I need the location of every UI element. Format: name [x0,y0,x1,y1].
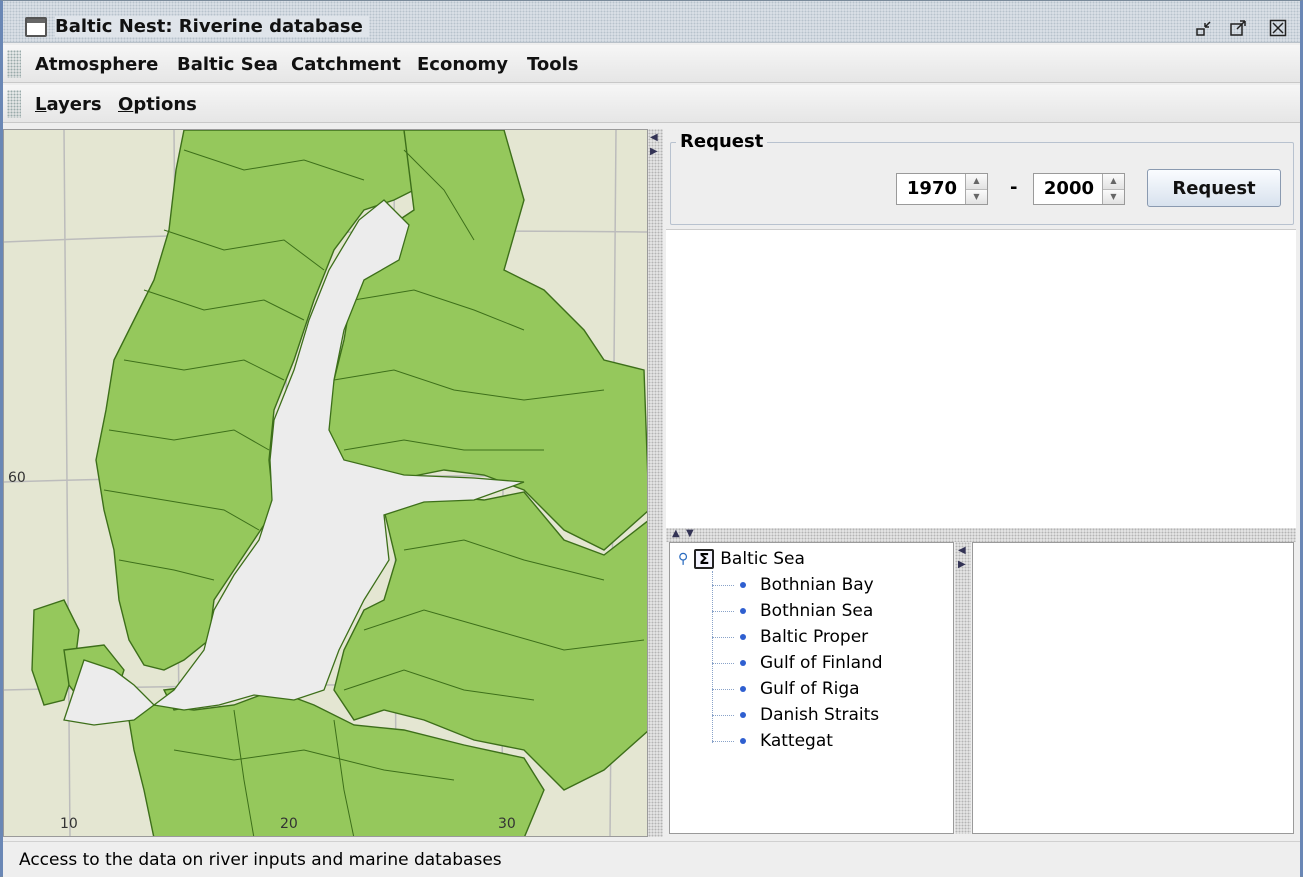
collapse-left-icon[interactable]: ◀ [650,133,658,143]
year-range-separator: - [1010,177,1018,198]
from-year-value[interactable]: 1970 [897,174,965,204]
tree-handle-icon[interactable]: ⚲ [678,551,688,567]
tree-root-baltic-sea[interactable]: ⚲ Σ Baltic Sea [678,549,805,569]
bullet-icon [740,712,746,718]
from-year-spinner[interactable]: 1970 ▲ ▼ [896,173,988,205]
status-bar: Access to the data on river inputs and m… [3,841,1300,877]
to-year-spinner[interactable]: 2000 ▲ ▼ [1033,173,1125,205]
menu-catchment[interactable]: Catchment [291,54,401,75]
collapse-up-icon[interactable]: ▲ [672,529,680,539]
sea-basin-tree: ⚲ Σ Baltic Sea Bothnian Bay Bothnian Sea… [669,542,954,834]
collapse-left-icon[interactable]: ◀ [958,546,966,556]
options-label: ptions [133,94,197,115]
layers-label: ayers [46,94,102,115]
to-year-down-icon[interactable]: ▼ [1103,188,1124,204]
tree-item-label: Bothnian Bay [760,575,874,595]
longitude-label-10: 10 [60,816,78,832]
tree-item-label: Gulf of Riga [760,679,860,699]
menubar-grip[interactable] [7,50,21,78]
request-title: Request [676,131,768,152]
menu-baltic-sea[interactable]: Baltic Sea [177,54,278,75]
bullet-icon [740,660,746,666]
tree-item-label: Kattegat [760,731,833,751]
tree-item-gulf-of-riga[interactable]: Gulf of Riga [712,677,860,701]
main-menubar: Atmosphere Baltic Sea Catchment Economy … [3,45,1300,83]
tree-item-danish-straits[interactable]: Danish Straits [712,703,879,727]
longitude-label-30: 30 [498,816,516,832]
detail-panel [972,542,1294,834]
bullet-icon [740,608,746,614]
longitude-label-20: 20 [280,816,298,832]
collapse-down-icon[interactable]: ▼ [686,529,694,539]
title-bar: Baltic Nest: Riverine database [3,1,1300,43]
app-window: Baltic Nest: Riverine database Atmospher… [0,0,1303,877]
to-year-value[interactable]: 2000 [1034,174,1102,204]
tree-item-bothnian-bay[interactable]: Bothnian Bay [712,573,874,597]
bullet-icon [740,582,746,588]
tree-item-label: Baltic Proper [760,627,869,647]
menu-options[interactable]: Options [118,94,197,115]
tree-item-bothnian-sea[interactable]: Bothnian Sea [712,599,873,623]
baltic-map[interactable] [4,130,648,837]
menu-atmosphere[interactable]: Atmosphere [35,54,158,75]
tree-item-kattegat[interactable]: Kattegat [712,729,833,753]
request-panel: Request 1970 ▲ ▼ - 2000 ▲ ▼ Request [666,129,1296,229]
tree-item-baltic-proper[interactable]: Baltic Proper [712,625,868,649]
from-year-down-icon[interactable]: ▼ [966,188,987,204]
status-text: Access to the data on river inputs and m… [19,850,502,870]
toolbar-grip[interactable] [7,90,21,118]
tree-root-label: Baltic Sea [720,549,805,569]
request-button[interactable]: Request [1147,169,1281,207]
maximize-icon[interactable] [1227,17,1249,39]
tree-item-label: Bothnian Sea [760,601,874,621]
sigma-icon: Σ [694,549,715,569]
from-year-up-icon[interactable]: ▲ [966,174,987,189]
collapse-right-icon[interactable]: ▶ [650,147,658,157]
latitude-label: 60 [8,470,26,486]
map-view[interactable]: 60 10 20 30 [3,129,648,837]
layers-mnemonic: L [35,94,47,115]
options-mnemonic: O [118,94,134,115]
menu-economy[interactable]: Economy [417,54,508,75]
layers-toolbar: Layers Options [3,85,1300,123]
tree-item-label: Gulf of Finland [760,653,883,673]
minimize-icon[interactable] [1193,17,1215,39]
window-title: Baltic Nest: Riverine database [55,16,369,37]
tree-item-gulf-of-finland[interactable]: Gulf of Finland [712,651,883,675]
close-icon[interactable] [1267,17,1289,39]
window-icon [25,17,47,37]
collapse-right-icon[interactable]: ▶ [958,560,966,570]
bullet-icon [740,634,746,640]
bullet-icon [740,686,746,692]
menu-layers[interactable]: Layers [35,94,102,115]
results-area [666,229,1296,528]
tree-splitter[interactable]: ◀ ▶ [955,542,971,834]
map-splitter[interactable]: ◀ ▶ [648,129,663,837]
to-year-up-icon[interactable]: ▲ [1103,174,1124,189]
menu-tools[interactable]: Tools [527,54,579,75]
bullet-icon [740,738,746,744]
tree-item-label: Danish Straits [760,705,880,725]
results-splitter[interactable]: ▲ ▼ [666,528,1296,542]
